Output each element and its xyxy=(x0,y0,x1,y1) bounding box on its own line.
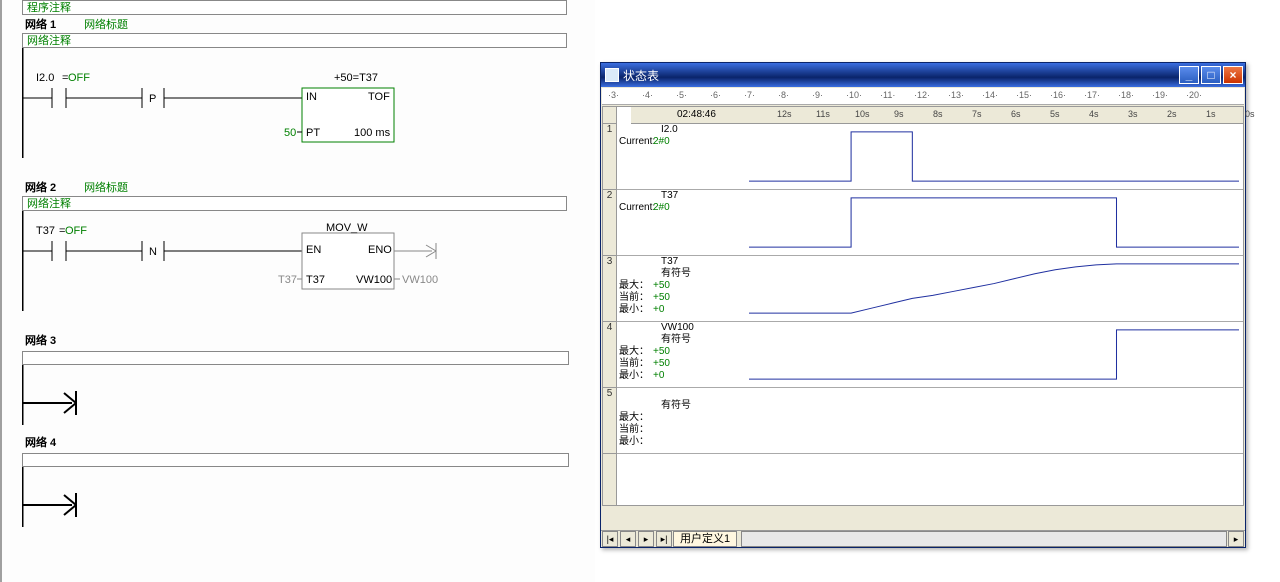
svg-text:VW100: VW100 xyxy=(356,274,392,286)
network-comment[interactable]: 网络注释 xyxy=(22,196,567,211)
status-window[interactable]: 状态表 _ □ × ·3··4··5··6··7··8··9··10··11··… xyxy=(600,62,1246,548)
rung-3[interactable] xyxy=(22,365,582,425)
chart-row[interactable]: I2.0 Current:2#0 xyxy=(617,124,1243,190)
svg-text:VW100: VW100 xyxy=(402,274,438,286)
svg-text:OFF: OFF xyxy=(65,225,87,237)
app-icon xyxy=(605,68,619,82)
svg-text:50: 50 xyxy=(284,127,296,139)
rung-1[interactable]: I2.0 = OFF P +50=T37 IN TOF PT 100 ms 50 xyxy=(22,48,582,158)
chart-area: 1 2 3 4 5 02:48:46 12s11s10s9s8s7s6s5s4s… xyxy=(602,106,1244,506)
svg-text:T37: T37 xyxy=(278,274,297,286)
network-title[interactable]: 网络标题 xyxy=(84,19,128,31)
svg-text:EN: EN xyxy=(306,244,321,256)
rung-2[interactable]: T37 = OFF N MOV_W EN ENO T37 T37 VW100 V… xyxy=(22,211,582,311)
time-header: 02:48:46 12s11s10s9s8s7s6s5s4s3s2s1s0s xyxy=(631,107,1243,124)
svg-text:T37: T37 xyxy=(36,225,55,237)
ruler: ·3··4··5··6··7··8··9··10··11··12··13··14… xyxy=(602,88,1244,105)
svg-text:IN: IN xyxy=(306,91,317,103)
svg-text:I2.0: I2.0 xyxy=(36,72,54,84)
scroll-right-button[interactable]: ▸ xyxy=(1228,531,1244,547)
minimize-button[interactable]: _ xyxy=(1179,66,1199,84)
svg-text:PT: PT xyxy=(306,127,320,139)
network-header: 网络 4 xyxy=(22,435,595,451)
svg-text:OFF: OFF xyxy=(68,72,90,84)
svg-text:T37: T37 xyxy=(306,274,325,286)
maximize-button[interactable]: □ xyxy=(1201,66,1221,84)
chart-row[interactable]: T37 Current:2#0 xyxy=(617,190,1243,256)
scroll-first-button[interactable]: |◂ xyxy=(602,531,618,547)
network-header: 网络 2 网络标题 xyxy=(22,180,595,196)
scroll-prev-button[interactable]: ◂ xyxy=(620,531,636,547)
network-number: 网络 4 xyxy=(25,435,81,451)
ladder-editor[interactable]: 程序注释 网络 1 网络标题 网络注释 I2.0 = OFF P +50=T37… xyxy=(0,0,595,582)
chart-row[interactable]: T37 有符号 最大：+50 当前：+50 最小：+0 xyxy=(617,256,1243,322)
scrollbar-track[interactable] xyxy=(741,531,1227,547)
network-header: 网络 1 网络标题 xyxy=(22,17,595,33)
network-title[interactable]: 网络标题 xyxy=(84,182,128,194)
titlebar[interactable]: 状态表 _ □ × xyxy=(601,63,1245,87)
network-comment[interactable] xyxy=(22,453,569,467)
svg-text:MOV_W: MOV_W xyxy=(326,222,368,234)
chart-row[interactable]: VW100 有符号 最大：+50 当前：+50 最小：+0 xyxy=(617,322,1243,388)
scroll-next-button[interactable]: ▸ xyxy=(638,531,654,547)
svg-text:ENO: ENO xyxy=(368,244,392,256)
close-button[interactable]: × xyxy=(1223,66,1243,84)
network-comment[interactable] xyxy=(22,351,569,365)
window-title: 状态表 xyxy=(623,67,659,84)
rung-4[interactable] xyxy=(22,467,582,527)
sheet-tab[interactable]: 用户定义1 xyxy=(673,531,737,547)
scroll-last-button[interactable]: ▸| xyxy=(656,531,672,547)
svg-text:+50=T37: +50=T37 xyxy=(334,72,378,84)
svg-text:TOF: TOF xyxy=(368,91,390,103)
chart-row[interactable]: 有符号 最大： 当前： 最小： xyxy=(617,388,1243,454)
network-number: 网络 3 xyxy=(25,333,81,349)
network-header: 网络 3 xyxy=(22,333,595,349)
network-number: 网络 2 xyxy=(25,180,81,196)
svg-text:100 ms: 100 ms xyxy=(354,127,391,139)
row-number-gutter: 1 2 3 4 5 xyxy=(603,107,617,505)
svg-text:P: P xyxy=(149,93,156,105)
network-number: 网络 1 xyxy=(25,17,81,33)
svg-text:N: N xyxy=(149,246,157,258)
program-comment[interactable]: 程序注释 xyxy=(22,0,567,15)
bottom-scroll[interactable]: |◂ ◂ ▸ ▸| 用户定义1 ▸ xyxy=(601,530,1245,547)
network-comment[interactable]: 网络注释 xyxy=(22,33,567,48)
